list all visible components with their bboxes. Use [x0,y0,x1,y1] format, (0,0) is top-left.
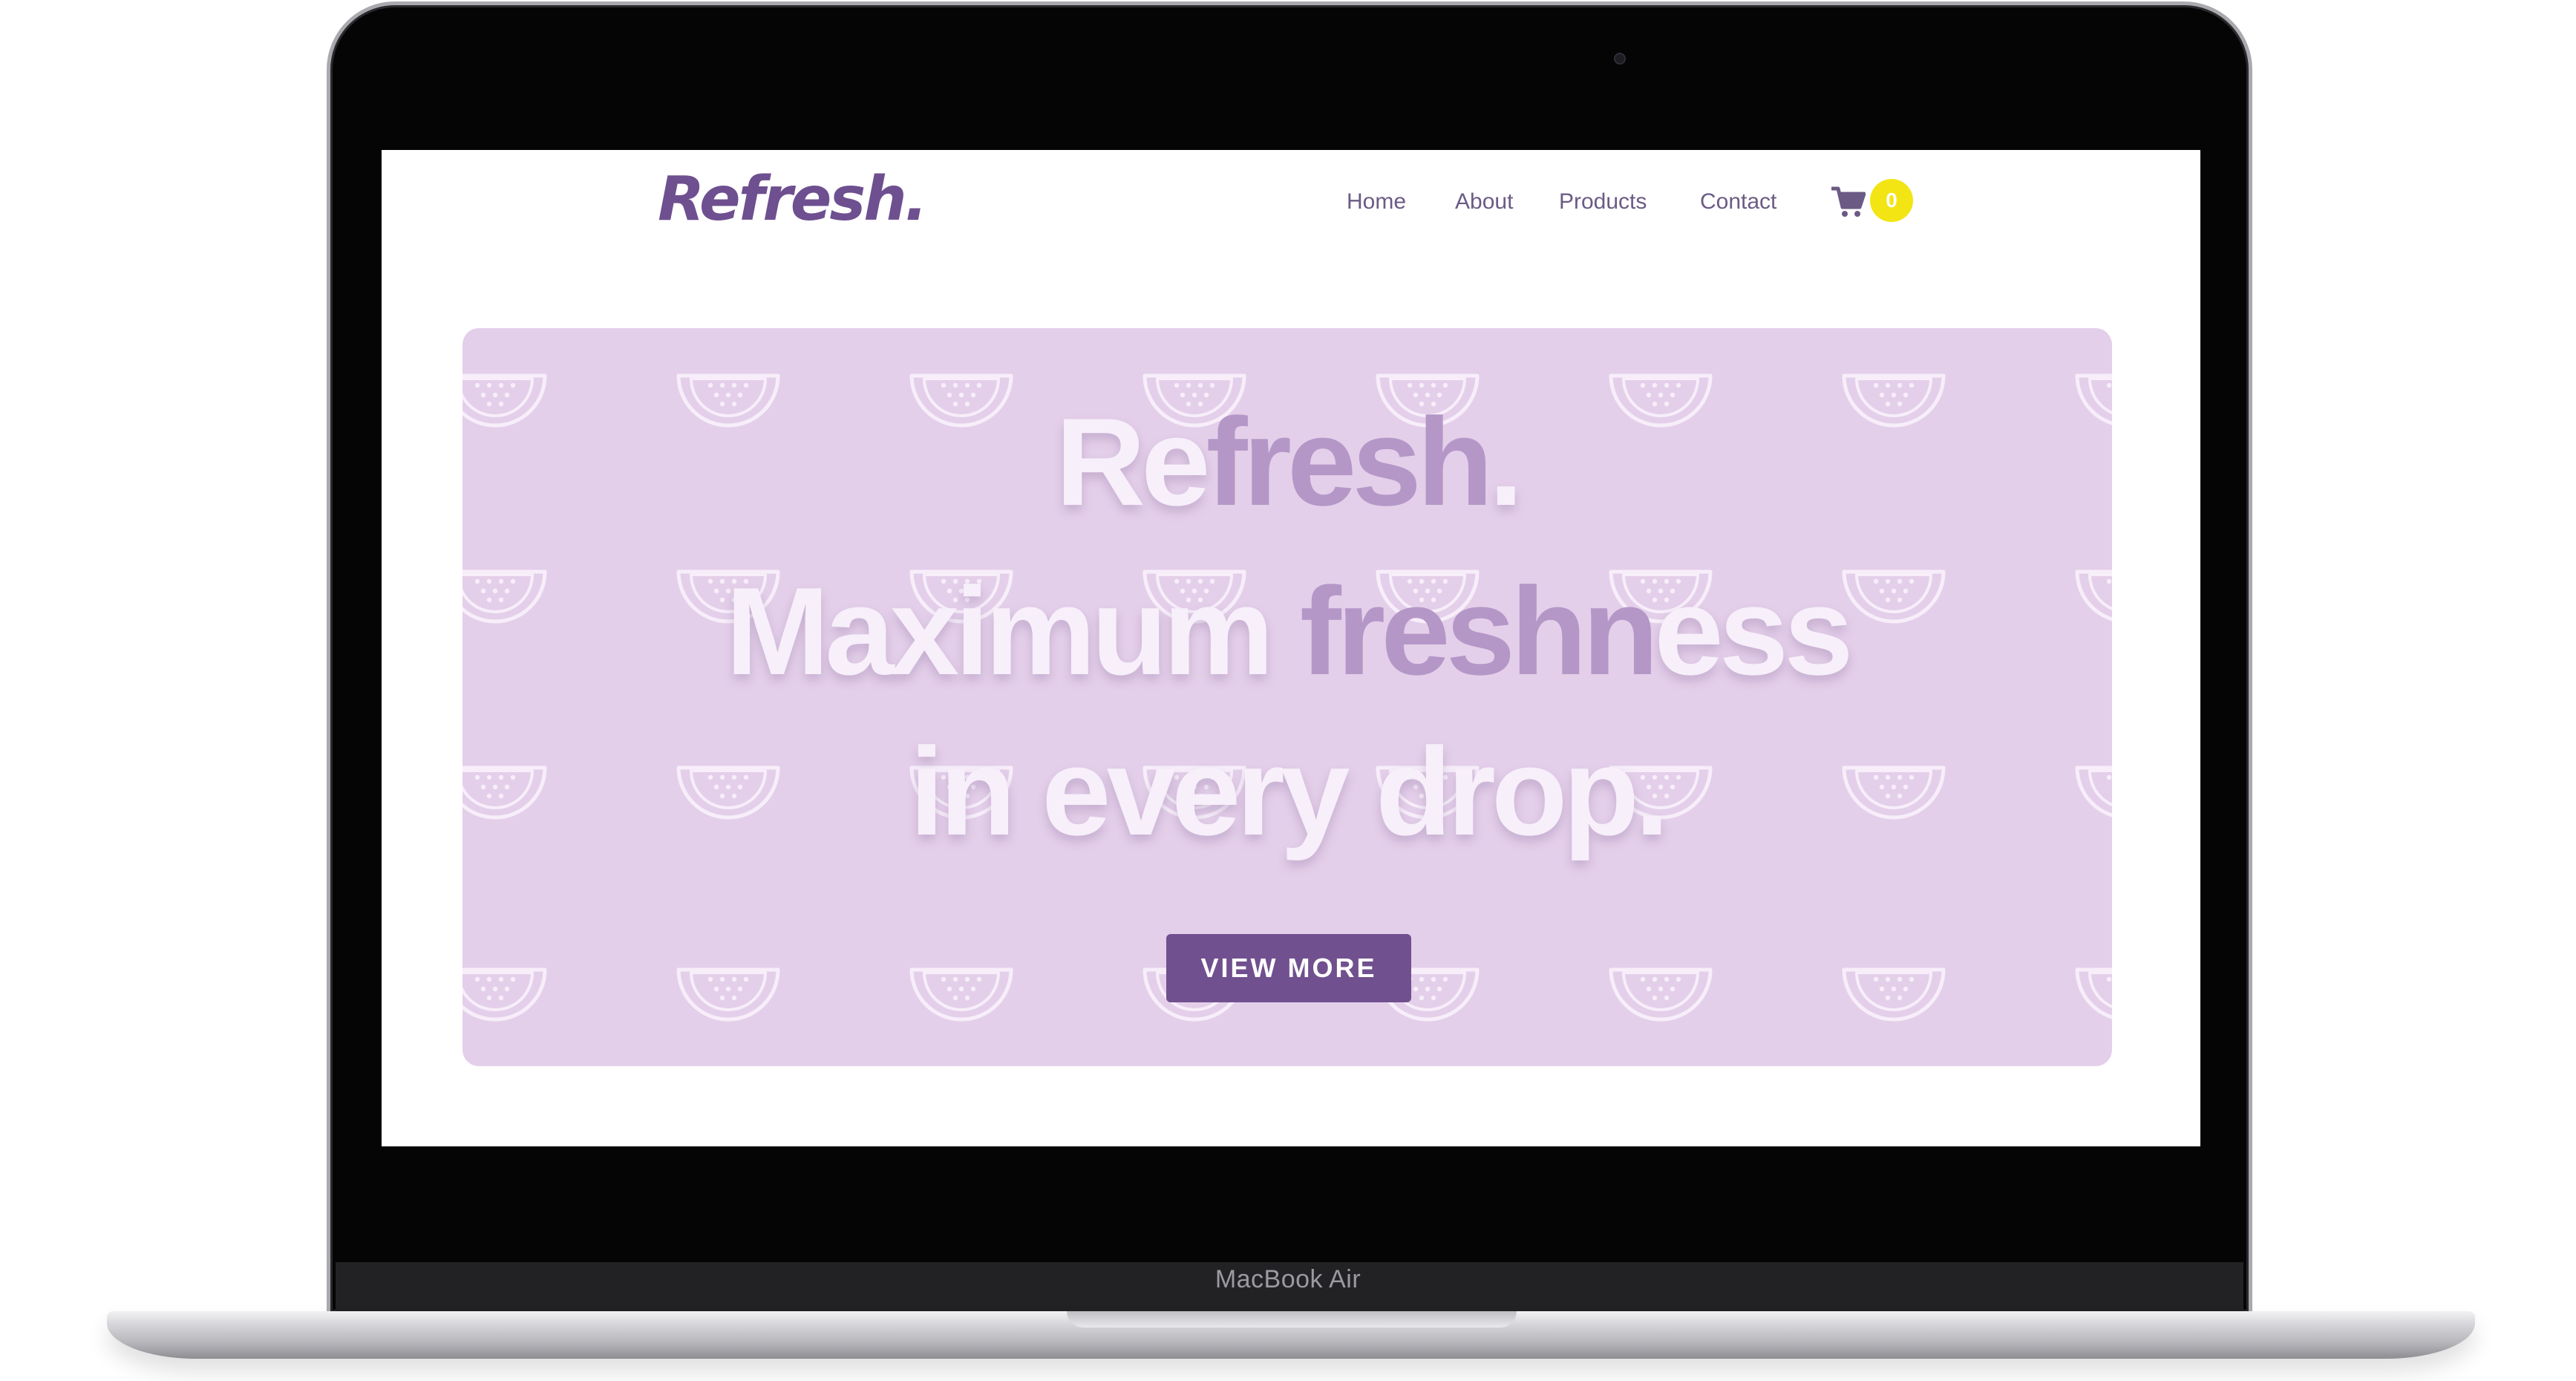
watermelon-icon [912,970,1011,1019]
view-more-button[interactable]: VIEW MORE [1166,934,1411,1002]
device-label: MacBook Air [1215,1265,1361,1293]
cart-button[interactable]: 0 [1831,177,1920,225]
watermelon-icon [462,970,545,1019]
hero-banner: Refresh. Maximum freshness in every drop… [462,328,2112,1066]
nav-home-link[interactable]: Home [1347,180,1406,224]
nav-contact-link[interactable]: Contact [1700,180,1776,224]
site-logo[interactable]: Refresh. [658,154,928,244]
website-screen: Refresh. Home About Products Contact 0 R… [382,150,2200,1146]
cart-count-badge: 0 [1870,179,1913,222]
nav-about-link[interactable]: About [1455,180,1513,224]
nav-products-link[interactable]: Products [1559,180,1647,224]
hero-title-line-2: Maximum freshness [725,561,1853,701]
watermelon-icon [679,970,778,1019]
watermelon-icon [1611,970,1710,1019]
cart-icon [1831,186,1866,217]
watermelon-icon [2077,970,2112,1019]
laptop-notch [1067,1311,1517,1328]
hero-title-line-1: Refresh. [1055,392,1523,532]
watermelon-icon [1844,970,1944,1019]
hero-title-line-3: in every drop. [909,722,1670,861]
camera-icon [1614,53,1626,65]
